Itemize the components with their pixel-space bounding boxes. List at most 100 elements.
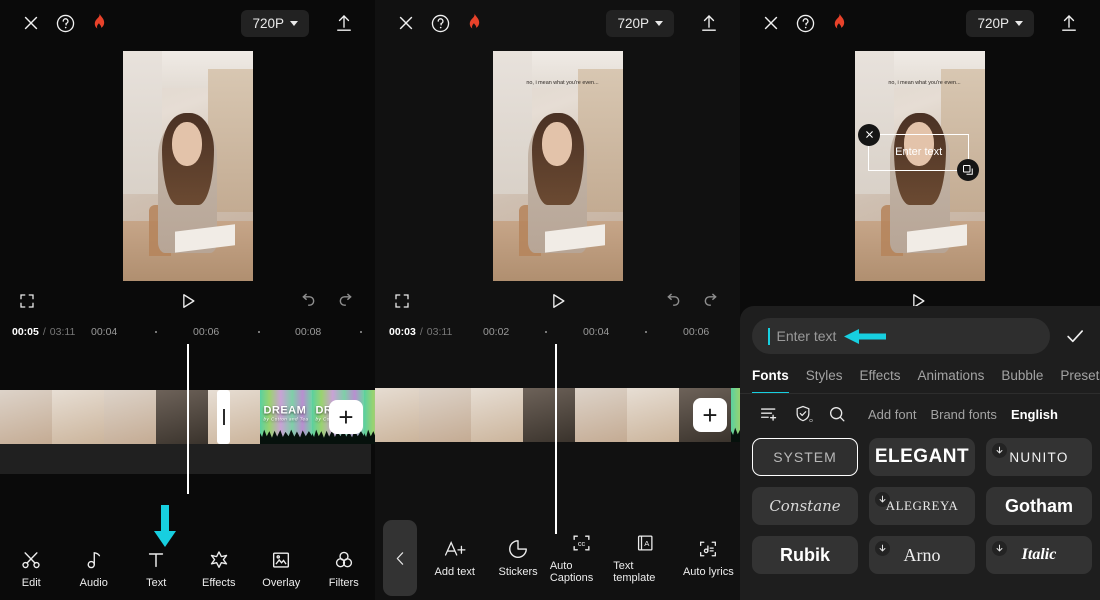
video-preview-2[interactable]: no, i mean what you're even... [375,46,740,286]
empty-track-row[interactable] [0,444,371,474]
clip-thumbnail[interactable] [419,388,471,442]
language-filter[interactable]: English [1011,407,1058,422]
play-icon[interactable] [548,291,568,316]
fullscreen-icon[interactable] [18,292,36,315]
tool-label: Edit [22,577,41,589]
tool-label: Audio [80,577,108,589]
clip-thumbnail[interactable] [575,388,627,442]
tool-edit[interactable]: Edit [0,549,63,589]
font-tile-system[interactable]: SYSTEM [752,438,858,476]
close-icon[interactable] [14,6,48,40]
tool-text[interactable]: Text [125,549,188,589]
add-media-button[interactable] [693,398,727,432]
tab-bubble[interactable]: Bubble [1001,368,1043,394]
font-grid: SYSTEM ELEGANT NUNITO Constane [740,432,1100,574]
font-tile-constane[interactable]: Constane [752,487,858,525]
font-tile-elegant[interactable]: ELEGANT [869,438,975,476]
timeline-ruler-1[interactable]: 00:05 / 03:11 00:04 00:06 00:08 [0,320,375,344]
search-icon[interactable] [820,404,854,424]
font-tile-rubik[interactable]: Rubik [752,536,858,574]
tab-styles[interactable]: Styles [806,368,843,394]
timeline-2[interactable] [375,344,740,489]
shield-off-icon[interactable]: OFF [786,404,820,424]
tool-label: Auto lyrics [683,566,734,578]
clip-thumbnail[interactable] [156,390,208,444]
clip-thumbnail[interactable] [627,388,679,442]
add-font-button[interactable]: Add font [868,407,916,422]
tab-effects[interactable]: Effects [860,368,901,394]
text-overlay-box[interactable]: Enter text [868,134,969,171]
playhead[interactable] [187,344,189,494]
upload-icon[interactable] [1052,6,1086,40]
flame-icon[interactable] [457,6,491,40]
help-icon[interactable] [423,6,457,40]
close-icon[interactable] [754,6,788,40]
tool-add-text[interactable]: Add text [423,538,486,578]
close-icon[interactable] [858,124,880,146]
search-input[interactable]: Enter text [752,318,1050,354]
close-icon[interactable] [389,6,423,40]
flame-icon[interactable] [82,6,116,40]
confirm-text-button[interactable] [1060,325,1090,347]
tab-animations[interactable]: Animations [918,368,985,394]
font-tile-italic[interactable]: Italic [986,536,1092,574]
clip-thumbnail[interactable] [364,390,375,444]
panel-editor-home: 720P [0,0,375,600]
clip-thumbnail[interactable] [731,388,740,442]
redo-icon[interactable] [702,291,722,316]
resize-icon[interactable] [957,159,979,181]
font-tile-alegreya[interactable]: ALEGREYA [869,487,975,525]
tab-fonts[interactable]: Fonts [752,368,789,394]
tab-presets[interactable]: Presets [1060,368,1100,394]
clip-thumbnail[interactable] [375,388,419,442]
clip-thumbnail[interactable] [52,390,104,444]
tool-overlay[interactable]: Overlay [250,549,313,589]
brand-fonts-button[interactable]: Brand fonts [930,407,997,422]
clip-thumbnail[interactable] [104,390,156,444]
clip-thumbnail[interactable] [471,388,523,442]
upload-icon[interactable] [692,6,726,40]
help-icon[interactable] [48,6,82,40]
tool-effects[interactable]: Effects [188,549,251,589]
tool-label: Auto Captions [550,560,613,584]
font-tile-arno[interactable]: Arno [869,536,975,574]
flame-icon[interactable] [822,6,856,40]
help-icon[interactable] [788,6,822,40]
clip-thumbnail[interactable] [0,390,52,444]
resolution-selector[interactable]: 720P [966,10,1034,37]
clip-trim-handle[interactable] [217,390,230,444]
back-button[interactable] [383,520,417,596]
font-tile-gotham[interactable]: Gotham [986,487,1092,525]
tool-text-template[interactable]: A Text template [613,532,676,584]
fullscreen-icon[interactable] [393,292,411,315]
clip-track[interactable] [375,388,740,442]
font-label: Italic [1022,546,1057,564]
tool-audio[interactable]: Audio [63,549,126,589]
svg-text:OFF: OFF [809,418,813,423]
timeline-1[interactable]: DREAM by Cotton and Tea DREAM by Cotton … [0,344,375,489]
clip-thumbnail[interactable] [208,390,260,444]
tool-auto-lyrics[interactable]: Auto lyrics [677,538,740,578]
tool-auto-captions[interactable]: cc Auto Captions [550,532,613,584]
undo-icon[interactable] [662,291,682,316]
timeline-ruler-2[interactable]: 00:03 / 03:11 00:02 00:04 00:06 [375,320,740,344]
panel-text-tools: 720P no, i mean what you're even... [375,0,740,600]
upload-icon[interactable] [327,6,361,40]
redo-icon[interactable] [337,291,357,316]
list-add-icon[interactable] [752,405,786,423]
tool-stickers[interactable]: Stickers [486,538,549,578]
add-media-button[interactable] [329,400,363,434]
resolution-label: 720P [252,16,284,31]
playhead[interactable] [555,344,557,534]
video-preview-1[interactable] [0,46,375,286]
clip-thumbnail[interactable] [523,388,575,442]
font-tile-nunito[interactable]: NUNITO [986,438,1092,476]
tool-label: Add text [435,566,475,578]
video-preview-3[interactable]: no, i mean what you're even... Enter tex… [740,46,1100,286]
tool-filters[interactable]: Filters [313,549,376,589]
undo-icon[interactable] [297,291,317,316]
clip-thumbnail[interactable]: DREAM by Cotton and Tea [260,390,312,444]
resolution-selector[interactable]: 720P [241,10,309,37]
resolution-selector[interactable]: 720P [606,10,674,37]
play-icon[interactable] [178,291,198,316]
